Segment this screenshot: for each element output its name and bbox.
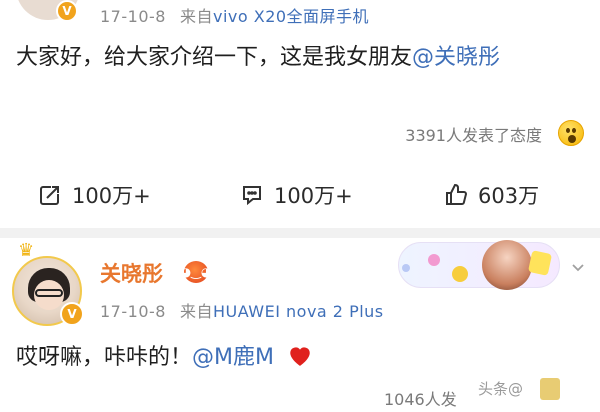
post-text: 哎呀嘛，咔咔的！@M鹿M xyxy=(16,340,313,376)
source-device-link[interactable]: vivo X20全面屏手机 xyxy=(213,7,369,26)
chevron-down-icon[interactable] xyxy=(570,260,586,276)
post-meta: 17-10-8 来自vivo X20全面屏手机 xyxy=(100,3,369,27)
post-text-body: 哎呀嘛，咔咔的！ xyxy=(16,345,193,370)
timestamp: 17-10-8 xyxy=(100,302,166,321)
post-card-1: V 17-10-8 来自vivo X20全面屏手机 大家好，给大家介绍一下，这是我… xyxy=(0,0,600,160)
post-card-2: ♛ V 关晓彤 ◕‿◕ 17-10-8 来自HUAWEI nova 2 Plus … xyxy=(0,238,600,412)
vip-face-icon: ◕‿◕ xyxy=(181,261,211,283)
verified-badge-icon: V xyxy=(56,0,78,22)
thumbs-up-icon xyxy=(446,183,468,205)
wow-emoji-icon xyxy=(558,120,584,146)
watermark: 头条@ xyxy=(478,380,524,398)
repost-count: 100万+ xyxy=(72,184,151,208)
source-prefix: 来自 xyxy=(179,302,213,321)
repost-button[interactable]: 100万+ xyxy=(38,176,151,214)
mention-link[interactable]: @M鹿M xyxy=(192,345,274,370)
reactions-summary[interactable]: 1046人发 xyxy=(384,386,457,410)
divider xyxy=(0,228,600,238)
post-text-body: 大家好，给大家介绍一下，这是我女朋友 xyxy=(16,45,413,70)
crown-icon: ♛ xyxy=(18,240,35,261)
like-count: 603万 xyxy=(478,184,540,208)
source-device-link[interactable]: HUAWEI nova 2 Plus xyxy=(213,302,384,321)
post-text: 大家好，给大家介绍一下，这是我女朋友@关晓彤 xyxy=(16,40,586,76)
reactions-summary[interactable]: 3391人发表了态度 xyxy=(405,122,542,146)
watermark-mark xyxy=(540,378,560,400)
comment-count: 100万+ xyxy=(274,184,353,208)
comment-button[interactable]: 100万+ xyxy=(240,176,353,214)
card-photo xyxy=(482,240,532,290)
post-meta: 17-10-8 来自HUAWEI nova 2 Plus xyxy=(100,298,384,322)
verified-badge-icon: V xyxy=(60,302,84,326)
mention-link[interactable]: @关晓彤 xyxy=(412,45,500,70)
username-link[interactable]: 关晓彤 xyxy=(100,258,163,288)
profile-card-decoration[interactable] xyxy=(398,240,560,292)
like-button[interactable]: 603万 xyxy=(444,176,539,214)
timestamp: 17-10-8 xyxy=(100,7,166,26)
action-bar: 100万+ 100万+ 603万 xyxy=(0,176,600,214)
comment-icon xyxy=(243,186,261,206)
source-prefix: 来自 xyxy=(179,7,213,26)
heart-icon xyxy=(290,347,310,366)
repost-icon xyxy=(40,186,59,205)
